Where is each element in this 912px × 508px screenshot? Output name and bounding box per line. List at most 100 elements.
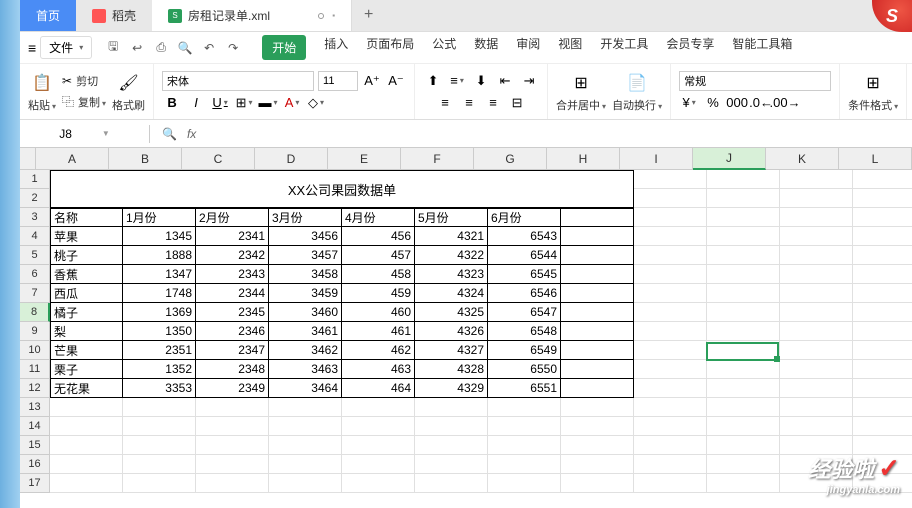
merge-label[interactable]: 合并居中	[556, 97, 606, 113]
cell-E10[interactable]: 462	[342, 341, 415, 360]
fx-icon[interactable]: fx	[187, 127, 196, 141]
cell-G6[interactable]: 6545	[488, 265, 561, 284]
cell-J5[interactable]	[707, 246, 780, 265]
cell-F15[interactable]	[415, 436, 488, 455]
cell-I6[interactable]	[634, 265, 707, 284]
decrease-font-icon[interactable]: A⁻	[386, 71, 406, 91]
cell-A15[interactable]	[50, 436, 123, 455]
wrap-text-icon[interactable]: 📄	[625, 71, 649, 95]
cell-H10[interactable]	[561, 341, 634, 360]
cell-H3[interactable]	[561, 208, 634, 227]
cell-K6[interactable]	[780, 265, 853, 284]
cell-L12[interactable]	[853, 379, 912, 398]
cell-A12[interactable]: 无花果	[50, 379, 123, 398]
cell-G13[interactable]	[488, 398, 561, 417]
cell-C3[interactable]: 2月份	[196, 208, 269, 227]
cell-F5[interactable]: 4322	[415, 246, 488, 265]
cell-C9[interactable]: 2346	[196, 322, 269, 341]
cell-G15[interactable]	[488, 436, 561, 455]
cell-K5[interactable]	[780, 246, 853, 265]
cell-E9[interactable]: 461	[342, 322, 415, 341]
cell-F7[interactable]: 4324	[415, 284, 488, 303]
tab-file[interactable]: S 房租记录单.xml ▪	[152, 0, 352, 31]
cell-H8[interactable]	[561, 303, 634, 322]
cell-L6[interactable]	[853, 265, 912, 284]
cell-K3[interactable]	[780, 208, 853, 227]
cell-G17[interactable]	[488, 474, 561, 493]
cell-D7[interactable]: 3459	[269, 284, 342, 303]
cell-H12[interactable]	[561, 379, 634, 398]
cell-H13[interactable]	[561, 398, 634, 417]
cell-E13[interactable]	[342, 398, 415, 417]
cell-A11[interactable]: 栗子	[50, 360, 123, 379]
cell-E16[interactable]	[342, 455, 415, 474]
row-head-9[interactable]: 9	[20, 322, 50, 341]
cell-A17[interactable]	[50, 474, 123, 493]
cell-J16[interactable]	[707, 455, 780, 474]
cell-B8[interactable]: 1369	[123, 303, 196, 322]
cell-I5[interactable]	[634, 246, 707, 265]
cell-F9[interactable]: 4326	[415, 322, 488, 341]
tab-review[interactable]: 审阅	[516, 35, 540, 60]
comma-icon[interactable]: 000	[727, 93, 747, 113]
cell-E7[interactable]: 459	[342, 284, 415, 303]
cell-E15[interactable]	[342, 436, 415, 455]
cell-C4[interactable]: 2341	[196, 227, 269, 246]
cell-B14[interactable]	[123, 417, 196, 436]
revert-icon[interactable]: ↩	[128, 39, 146, 57]
cell-L14[interactable]	[853, 417, 912, 436]
cell-I2[interactable]	[634, 189, 707, 208]
cell-C6[interactable]: 2343	[196, 265, 269, 284]
cell-H9[interactable]	[561, 322, 634, 341]
cell-B4[interactable]: 1345	[123, 227, 196, 246]
italic-button[interactable]: I	[186, 93, 206, 113]
cell-J7[interactable]	[707, 284, 780, 303]
tab-home[interactable]: 首页	[20, 0, 76, 31]
cell-I15[interactable]	[634, 436, 707, 455]
align-center-icon[interactable]: ≡	[459, 93, 479, 113]
cell-A4[interactable]: 苹果	[50, 227, 123, 246]
row-head-8[interactable]: 8	[20, 303, 50, 322]
cell-G12[interactable]: 6551	[488, 379, 561, 398]
row-head-7[interactable]: 7	[20, 284, 50, 303]
format-painter-icon[interactable]: 🖌	[117, 71, 141, 95]
cell-D15[interactable]	[269, 436, 342, 455]
col-head-F[interactable]: F	[401, 148, 474, 170]
tab-menu-icon[interactable]: ▪	[332, 11, 335, 20]
cell-A14[interactable]	[50, 417, 123, 436]
cell-D13[interactable]	[269, 398, 342, 417]
cell-I8[interactable]	[634, 303, 707, 322]
cell-B9[interactable]: 1350	[123, 322, 196, 341]
col-head-E[interactable]: E	[328, 148, 401, 170]
cell-B7[interactable]: 1748	[123, 284, 196, 303]
cell-D9[interactable]: 3461	[269, 322, 342, 341]
cell-F10[interactable]: 4327	[415, 341, 488, 360]
cell-F11[interactable]: 4328	[415, 360, 488, 379]
merge-across-icon[interactable]: ⊟	[507, 93, 527, 113]
col-head-A[interactable]: A	[36, 148, 109, 170]
cell-A16[interactable]	[50, 455, 123, 474]
cell-I4[interactable]	[634, 227, 707, 246]
cell-J12[interactable]	[707, 379, 780, 398]
cell-D10[interactable]: 3462	[269, 341, 342, 360]
cell-L3[interactable]	[853, 208, 912, 227]
cell-A13[interactable]	[50, 398, 123, 417]
cell-A6[interactable]: 香蕉	[50, 265, 123, 284]
size-select[interactable]	[318, 71, 358, 91]
highlight-button[interactable]: ◇	[306, 93, 326, 113]
cell-K10[interactable]	[780, 341, 853, 360]
merge-cells-icon[interactable]: ⊞	[569, 71, 593, 95]
underline-button[interactable]: U	[210, 93, 230, 113]
cell-B13[interactable]	[123, 398, 196, 417]
cell-J15[interactable]	[707, 436, 780, 455]
increase-decimal-icon[interactable]: .0←	[751, 93, 771, 113]
cell-J11[interactable]	[707, 360, 780, 379]
row-head-14[interactable]: 14	[20, 417, 50, 436]
cell-E3[interactable]: 4月份	[342, 208, 415, 227]
cell-I10[interactable]	[634, 341, 707, 360]
tab-dev[interactable]: 开发工具	[600, 35, 648, 60]
cell-F16[interactable]	[415, 455, 488, 474]
cell-G9[interactable]: 6548	[488, 322, 561, 341]
currency-icon[interactable]: ¥	[679, 93, 699, 113]
cell-A5[interactable]: 桃子	[50, 246, 123, 265]
